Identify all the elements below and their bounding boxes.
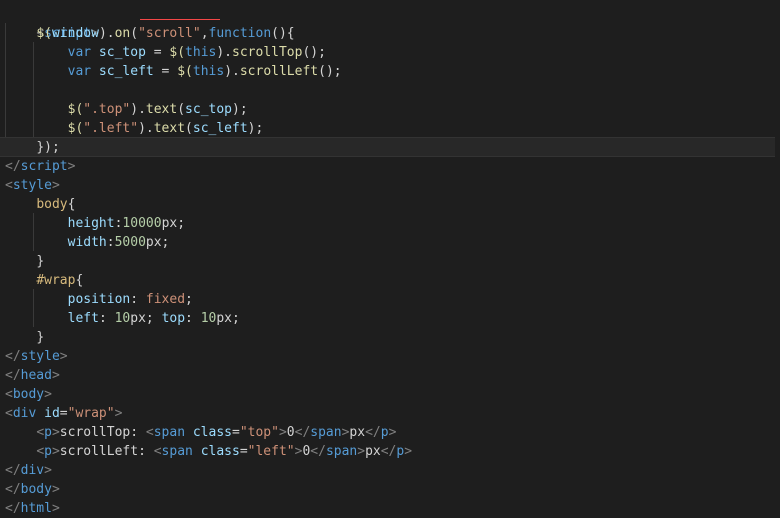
code-line-18: }: [36, 330, 45, 345]
code-line-27: </html>: [5, 501, 60, 516]
code-line-11: body{: [36, 197, 76, 212]
code-line-14: }: [36, 254, 45, 269]
code-line-16: position: fixed;: [67, 292, 193, 307]
code-line-13: width:5000px;: [67, 235, 170, 250]
code-line-21: <body>: [5, 387, 52, 402]
code-line-4: var sc_left = $(this).scrollLeft();: [67, 64, 342, 79]
code-line-6: $(".top").text(sc_top);: [67, 102, 248, 117]
code-line-24: <p>scrollLeft: <span class="left">0</spa…: [36, 444, 413, 459]
code-line-26: </body>: [5, 482, 60, 497]
code-line-2: $(window).on("scroll",function(){: [36, 26, 295, 41]
code-line-15: #wrap{: [36, 273, 84, 288]
code-line-3: var sc_top = $(this).scrollTop();: [67, 45, 326, 60]
code-line-20: </head>: [5, 368, 60, 383]
code-line-19: </style>: [5, 349, 68, 364]
code-line-7: $(".left").text(sc_left);: [67, 121, 264, 136]
code-line-1: <script>: [36, 26, 99, 41]
code-line-12: height:10000px;: [67, 216, 186, 231]
code-line-25: </div>: [5, 463, 52, 478]
code-line-8-current: });: [0, 137, 775, 157]
code-line-23: <p>scrollTop: <span class="top">0</span>…: [36, 425, 397, 440]
code-line-9: </script>: [5, 159, 76, 174]
code-line-17: left: 10px; top: 10px;: [67, 311, 240, 326]
code-line-22: <div id="wrap">: [5, 406, 123, 421]
code-line-10: <style>: [5, 178, 60, 193]
code-editor[interactable]: <script> $(window).on("scroll",function(…: [0, 0, 780, 518]
